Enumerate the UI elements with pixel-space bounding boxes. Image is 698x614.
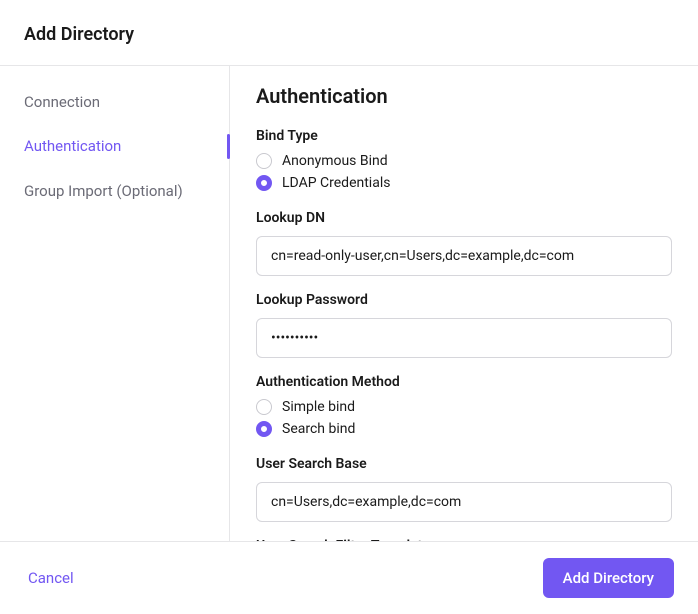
dialog-body: Connection Authentication Group Import (… xyxy=(0,66,698,541)
dialog-title: Add Directory xyxy=(24,24,674,45)
bind-type-label: Bind Type xyxy=(256,128,672,144)
lookup-dn-input[interactable] xyxy=(256,236,672,276)
add-directory-button[interactable]: Add Directory xyxy=(543,558,674,598)
bind-type-ldap-credentials[interactable]: LDAP Credentials xyxy=(256,172,672,194)
user-search-base-label: User Search Base xyxy=(256,456,672,472)
sidebar-item-label: Group Import (Optional) xyxy=(24,182,183,200)
sidebar-item-label: Authentication xyxy=(24,137,121,155)
auth-method-simple-bind[interactable]: Simple bind xyxy=(256,396,672,418)
radio-label: Simple bind xyxy=(282,399,355,415)
main-panel: Authentication Bind Type Anonymous Bind … xyxy=(230,66,698,541)
sidebar-item-group-import[interactable]: Group Import (Optional) xyxy=(0,169,229,213)
lookup-dn-label: Lookup DN xyxy=(256,210,672,226)
bind-type-anonymous[interactable]: Anonymous Bind xyxy=(256,150,672,172)
sidebar-item-connection[interactable]: Connection xyxy=(0,80,229,124)
radio-icon xyxy=(256,153,272,169)
radio-icon xyxy=(256,175,272,191)
panel-heading: Authentication xyxy=(256,84,672,108)
dialog-footer: Cancel Add Directory xyxy=(0,541,698,614)
lookup-password-label: Lookup Password xyxy=(256,292,672,308)
sidebar-item-label: Connection xyxy=(24,93,100,111)
auth-method-label: Authentication Method xyxy=(256,374,672,390)
radio-label: Search bind xyxy=(282,421,355,437)
sidebar-item-authentication[interactable]: Authentication xyxy=(0,124,229,168)
radio-icon xyxy=(256,421,272,437)
lookup-password-input[interactable] xyxy=(256,318,672,358)
user-search-base-input[interactable] xyxy=(256,482,672,522)
radio-icon xyxy=(256,399,272,415)
auth-method-search-bind[interactable]: Search bind xyxy=(256,418,672,440)
dialog-header: Add Directory xyxy=(0,0,698,66)
radio-label: LDAP Credentials xyxy=(282,175,390,191)
cancel-button[interactable]: Cancel xyxy=(24,561,78,595)
radio-label: Anonymous Bind xyxy=(282,153,388,169)
add-directory-dialog: Add Directory Connection Authentication … xyxy=(0,0,698,614)
sidebar: Connection Authentication Group Import (… xyxy=(0,66,230,541)
